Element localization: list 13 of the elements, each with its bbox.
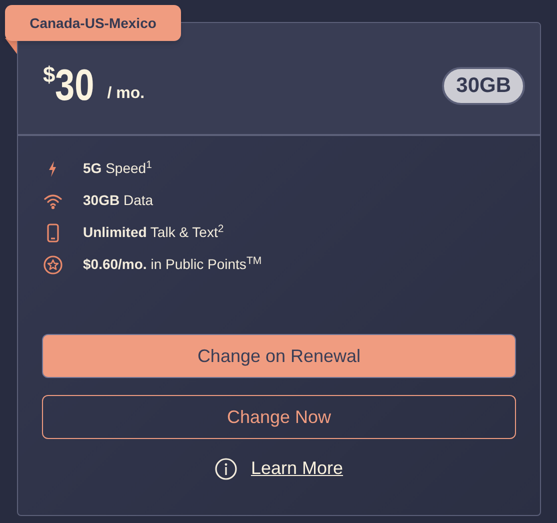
price-period: / mo. [107, 84, 145, 104]
change-now-button[interactable]: Change Now [42, 395, 516, 439]
data-badge: 30GB [442, 66, 525, 104]
price: 30 [55, 64, 94, 108]
learn-more-link[interactable]: Learn More [250, 455, 344, 482]
region-tag: Canada-US-Mexico [5, 5, 181, 41]
feature-text: $0.60/mo. in Public Points$^{TM}$ [83, 254, 262, 274]
feature-text: 30GB Data [83, 191, 154, 210]
info-icon [214, 458, 237, 480]
currency-symbol: $ [43, 60, 56, 88]
feature-text: 5G Speed$^{1}$ [83, 158, 152, 178]
change-on-renewal-button[interactable]: Change on Renewal [42, 334, 516, 378]
feature-text: Unlimited Talk & Text$^{2}$ [83, 222, 224, 242]
